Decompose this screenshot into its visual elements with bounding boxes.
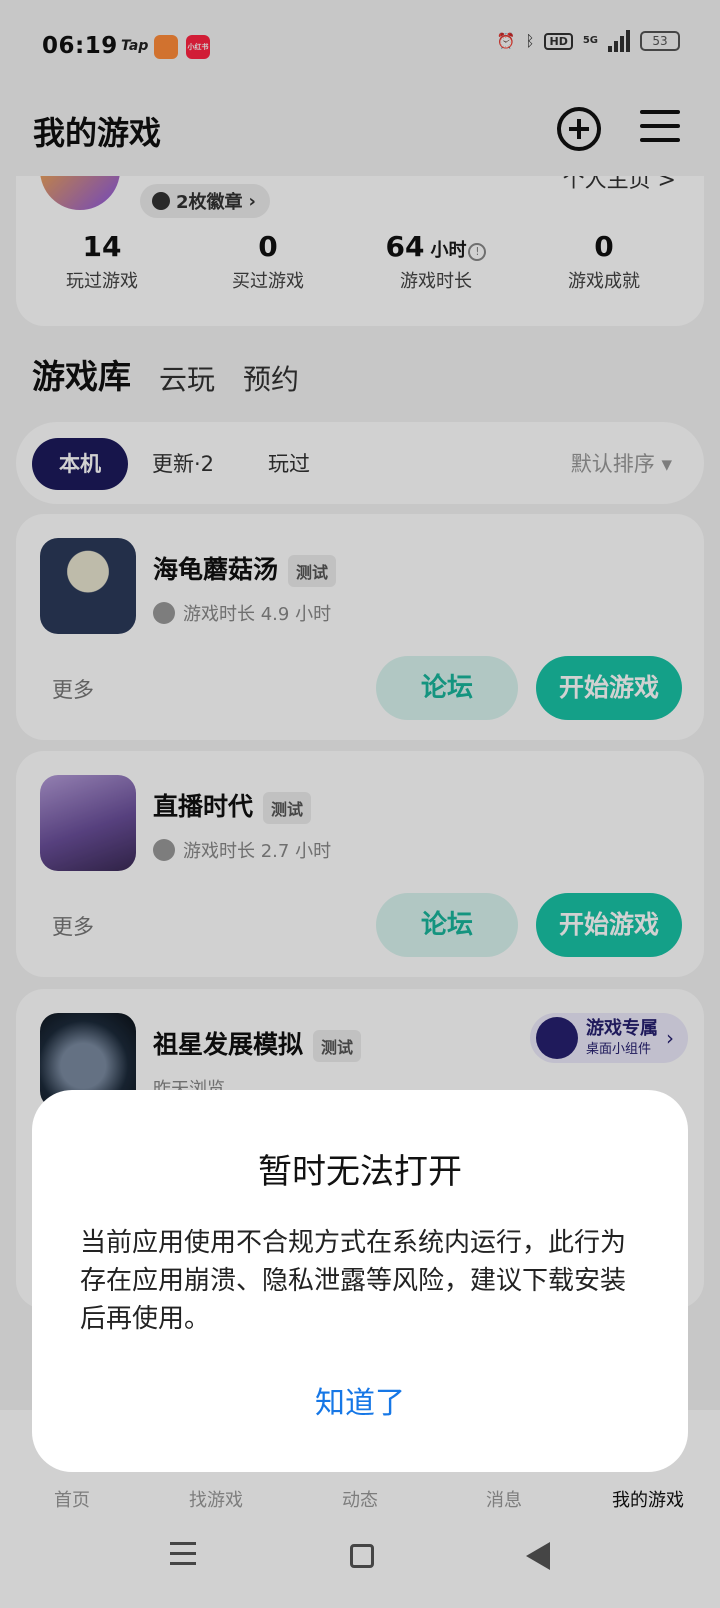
app-page: 06:19 Tap 小红书 ⏰ ᛒ HD 5G 53 我的游戏 2枚徽章 › 个… [0, 0, 720, 1608]
dialog-title: 暂时无法打开 [258, 1152, 462, 1192]
dialog-ok-button[interactable]: 知道了 [32, 1378, 688, 1422]
dialog-message: 当前应用使用不合规方式在系统内运行，此行为存在应用崩溃、隐私泄露等风险，建议下载… [80, 1228, 627, 1334]
alert-dialog: 暂时无法打开 当前应用使用不合规方式在系统内运行，此行为存在应用崩溃、隐私泄露等… [32, 1090, 688, 1472]
